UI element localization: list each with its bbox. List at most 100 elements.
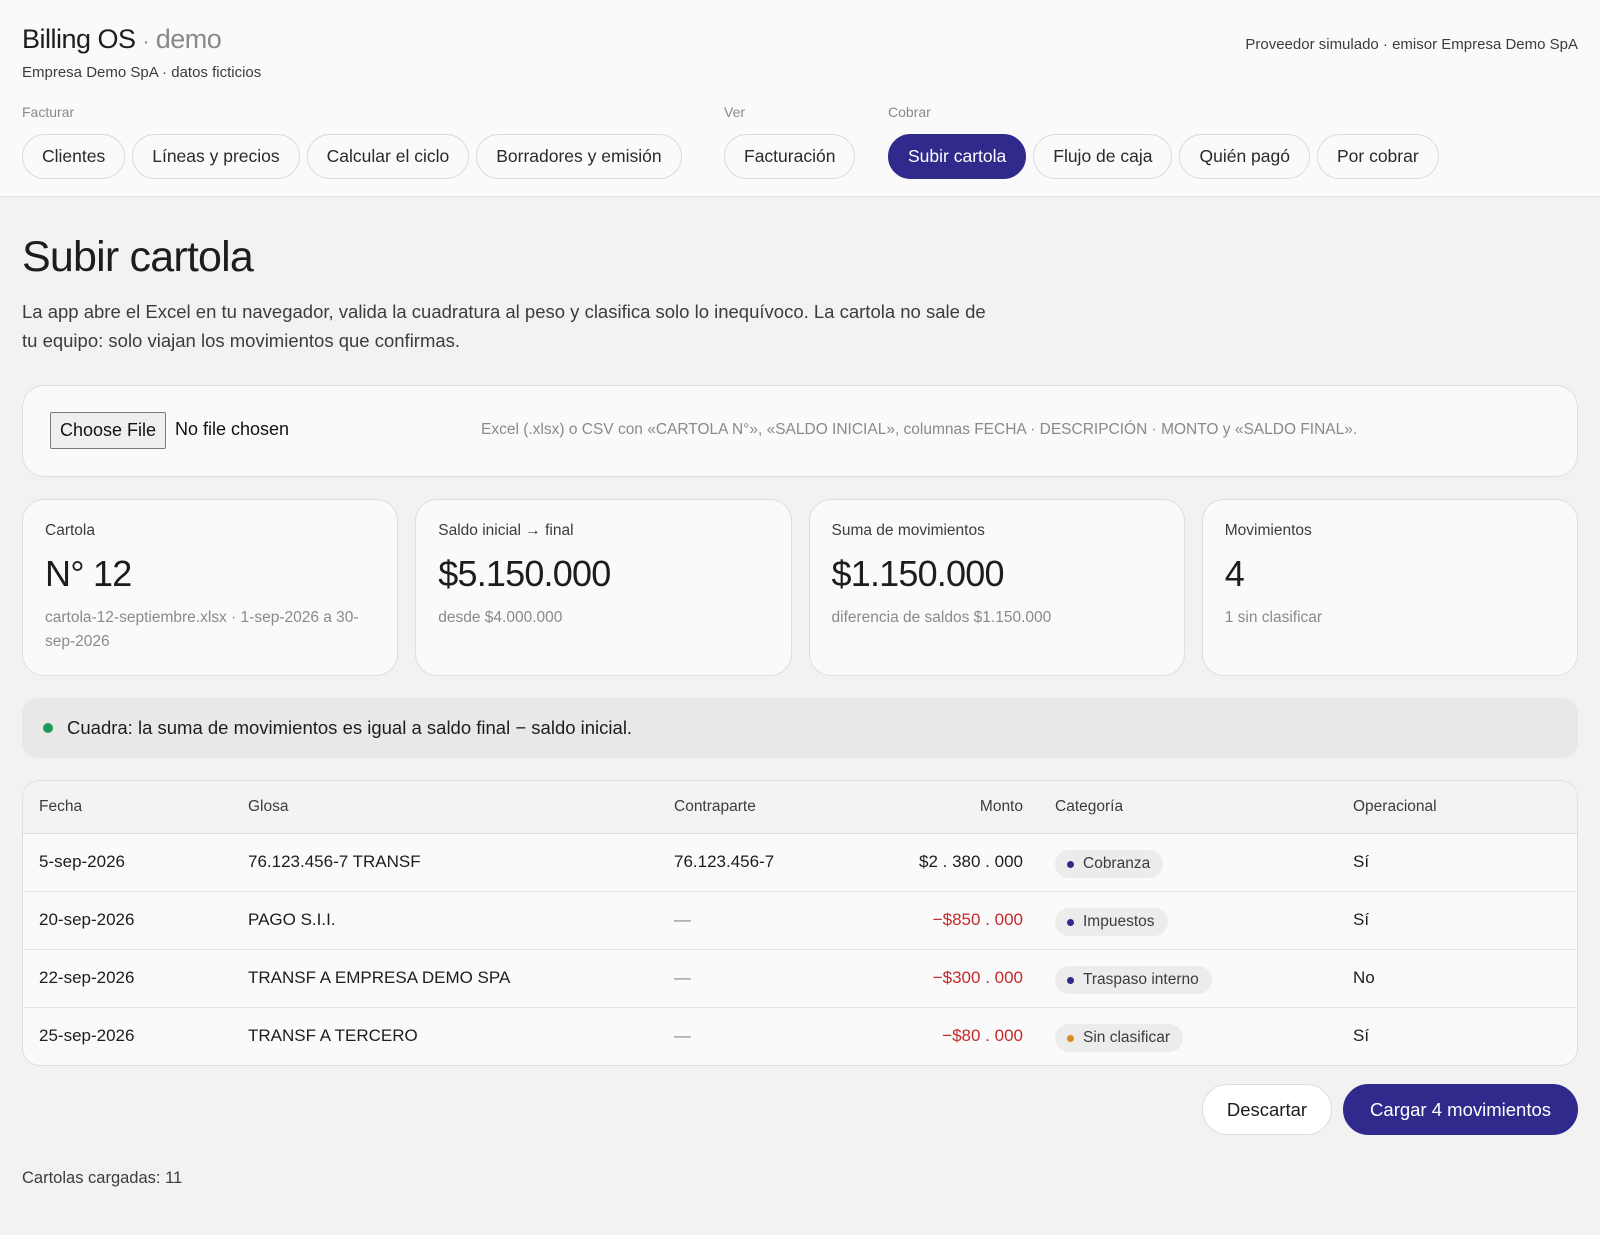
nav-flujo-de-caja[interactable]: Flujo de caja bbox=[1033, 134, 1173, 179]
cell-categoria: Impuestos bbox=[1039, 891, 1337, 950]
nav-group-label: Cobrar bbox=[888, 104, 931, 120]
cell-glosa: TRANSF A EMPRESA DEMO SPA bbox=[232, 949, 658, 1008]
card-saldo: Saldo inicial → final $5.150.000 desde $… bbox=[415, 499, 792, 676]
col-contraparte: Contraparte bbox=[658, 781, 838, 834]
upload-hint: Excel (.xlsx) o CSV con «CARTOLA N°», «S… bbox=[481, 421, 1358, 438]
card-label: Saldo inicial → final bbox=[438, 522, 574, 539]
company-subtitle: Empresa Demo SpA · datos ficticios bbox=[22, 64, 262, 81]
category-tag[interactable]: Cobranza bbox=[1055, 850, 1164, 878]
cell-categoria: Cobranza bbox=[1039, 833, 1337, 892]
card-value: $5.150.000 bbox=[438, 553, 611, 594]
col-categoria: Categoría bbox=[1039, 781, 1337, 834]
table-row: 25-sep-2026 TRANSF A TERCERO — −$80 . 00… bbox=[23, 1007, 1577, 1065]
col-operacional: Operacional bbox=[1337, 781, 1577, 834]
nav-group-label: Facturar bbox=[22, 104, 75, 120]
cell-monto: $2 . 380 . 000 bbox=[838, 833, 1039, 892]
cell-glosa: 76.123.456-7 TRANSF bbox=[232, 833, 658, 892]
nav-group-cobrar: Cobrar Subir cartola Flujo de caja Quién… bbox=[888, 104, 1439, 179]
table-header-row: Fecha Glosa Contraparte Monto Categoría … bbox=[23, 781, 1577, 834]
col-fecha: Fecha bbox=[23, 781, 232, 834]
nav-group-facturar: Facturar Clientes Líneas y precios Calcu… bbox=[22, 104, 682, 179]
category-dot-icon bbox=[1067, 860, 1074, 868]
category-tag[interactable]: Impuestos bbox=[1055, 908, 1168, 936]
nav-subir-cartola[interactable]: Subir cartola bbox=[888, 134, 1027, 179]
category-dot-icon bbox=[1067, 976, 1074, 984]
cell-fecha: 20-sep-2026 bbox=[23, 891, 232, 950]
file-status: No file chosen bbox=[175, 419, 290, 439]
nav-borradores-emision[interactable]: Borradores y emisión bbox=[476, 134, 682, 179]
category-tag[interactable]: Sin clasificar bbox=[1055, 1024, 1183, 1053]
discard-button[interactable]: Descartar bbox=[1201, 1084, 1333, 1135]
main-content: Subir cartola La app abre el Excel en tu… bbox=[0, 233, 1600, 1188]
cell-fecha: 5-sep-2026 bbox=[23, 833, 232, 892]
col-monto: Monto bbox=[838, 781, 1039, 834]
page-intro: La app abre el Excel en tu navegador, va… bbox=[22, 301, 986, 351]
cell-contraparte: 76.123.456-7 bbox=[658, 833, 838, 892]
cell-fecha: 22-sep-2026 bbox=[23, 949, 232, 1008]
nav-calcular-ciclo[interactable]: Calcular el ciclo bbox=[306, 134, 470, 179]
table-row: 5-sep-2026 76.123.456-7 TRANSF 76.123.45… bbox=[23, 833, 1577, 892]
upload-panel: Choose File No file chosen Excel (.xlsx)… bbox=[22, 385, 1578, 477]
env-label: demo bbox=[155, 24, 222, 54]
card-movimientos: Movimientos 4 1 sin clasificar bbox=[1201, 499, 1578, 676]
cell-glosa: TRANSF A TERCERO bbox=[248, 1026, 418, 1046]
status-dot-icon bbox=[43, 723, 53, 733]
uploaded-count: Cartolas cargadas: 11 bbox=[22, 1169, 183, 1187]
card-cartola: Cartola N° 12 cartola-12-septiembre.xlsx… bbox=[22, 499, 399, 676]
category-label: Cobranza bbox=[1083, 855, 1151, 872]
cell-operacional: Sí bbox=[1337, 891, 1577, 950]
nav-clientes[interactable]: Clientes bbox=[22, 134, 126, 179]
app-brand: Billing OS · demo bbox=[22, 24, 222, 55]
nav-facturacion[interactable]: Facturación bbox=[724, 134, 856, 179]
cell-categoria: Sin clasificar bbox=[1039, 1007, 1337, 1065]
cell-contraparte: — bbox=[674, 1026, 691, 1046]
card-note: 1 sin clasificar bbox=[1224, 609, 1323, 626]
card-value: 4 bbox=[1224, 553, 1245, 594]
card-suma: Suma de movimientos $1.150.000 diferenci… bbox=[808, 499, 1185, 676]
brand-separator: · bbox=[142, 31, 150, 53]
cell-contraparte: — bbox=[658, 891, 838, 950]
card-label: Suma de movimientos bbox=[831, 522, 985, 539]
cell-monto: −$300 . 000 bbox=[838, 949, 1039, 1008]
nav-por-cobrar[interactable]: Por cobrar bbox=[1316, 134, 1439, 179]
cell-operacional: Sí bbox=[1353, 1026, 1370, 1046]
app-header: Billing OS · demo Empresa Demo SpA · dat… bbox=[0, 0, 1600, 197]
nav-quien-pago[interactable]: Quién pagó bbox=[1179, 134, 1310, 179]
summary-cards: Cartola N° 12 cartola-12-septiembre.xlsx… bbox=[22, 499, 1578, 676]
cell-monto: −$850 . 000 bbox=[838, 891, 1039, 950]
nav-group-label: Ver bbox=[724, 104, 746, 120]
cell-monto: −$80 . 000 bbox=[942, 1026, 1023, 1046]
nav-lineas-y-precios[interactable]: Líneas y precios bbox=[132, 134, 300, 179]
movements-table: Fecha Glosa Contraparte Monto Categoría … bbox=[22, 780, 1578, 1066]
col-glosa: Glosa bbox=[232, 781, 658, 834]
cell-contraparte: — bbox=[658, 949, 838, 1008]
card-note: diferencia de saldos $1.150.000 bbox=[831, 609, 1052, 626]
cell-categoria: Traspaso interno bbox=[1039, 949, 1337, 1008]
category-tag[interactable]: Traspaso interno bbox=[1055, 966, 1212, 994]
table-row: 22-sep-2026 TRANSF A EMPRESA DEMO SPA — … bbox=[23, 949, 1577, 1008]
card-note: desde $4.000.000 bbox=[438, 609, 563, 626]
nav-group-ver: Ver Facturación bbox=[724, 104, 856, 179]
card-label: Cartola bbox=[45, 522, 95, 539]
cell-operacional: No bbox=[1337, 949, 1577, 1008]
submit-movements-button[interactable]: Cargar 4 movimientos bbox=[1343, 1084, 1578, 1135]
cell-glosa: PAGO S.I.I. bbox=[232, 891, 658, 950]
cell-fecha: 25-sep-2026 bbox=[39, 1026, 135, 1046]
provider-label: Proveedor simulado · emisor Empresa Demo… bbox=[1245, 36, 1578, 53]
category-label: Impuestos bbox=[1083, 913, 1155, 930]
card-value: N° 12 bbox=[45, 553, 132, 594]
cell-operacional: Sí bbox=[1337, 833, 1577, 892]
table-row: 20-sep-2026 PAGO S.I.I. — −$850 . 000 Im… bbox=[23, 891, 1577, 950]
choose-file-button[interactable]: Choose File bbox=[50, 412, 167, 449]
category-label: Traspaso interno bbox=[1083, 971, 1199, 988]
app-name: Billing OS bbox=[22, 24, 136, 54]
card-note: cartola-12-septiembre.xlsx · 1-sep-2026 … bbox=[45, 609, 359, 650]
banner-text: Cuadra: la suma de movimientos es igual … bbox=[67, 717, 633, 738]
category-dot-icon bbox=[1067, 918, 1074, 926]
card-label: Movimientos bbox=[1224, 522, 1312, 539]
page-title: Subir cartola bbox=[22, 233, 254, 281]
form-actions: Descartar Cargar 4 movimientos bbox=[22, 1084, 1578, 1135]
category-label: Sin clasificar bbox=[1083, 1029, 1170, 1047]
reconciliation-banner: Cuadra: la suma de movimientos es igual … bbox=[22, 698, 1578, 758]
card-value: $1.150.000 bbox=[831, 553, 1005, 594]
